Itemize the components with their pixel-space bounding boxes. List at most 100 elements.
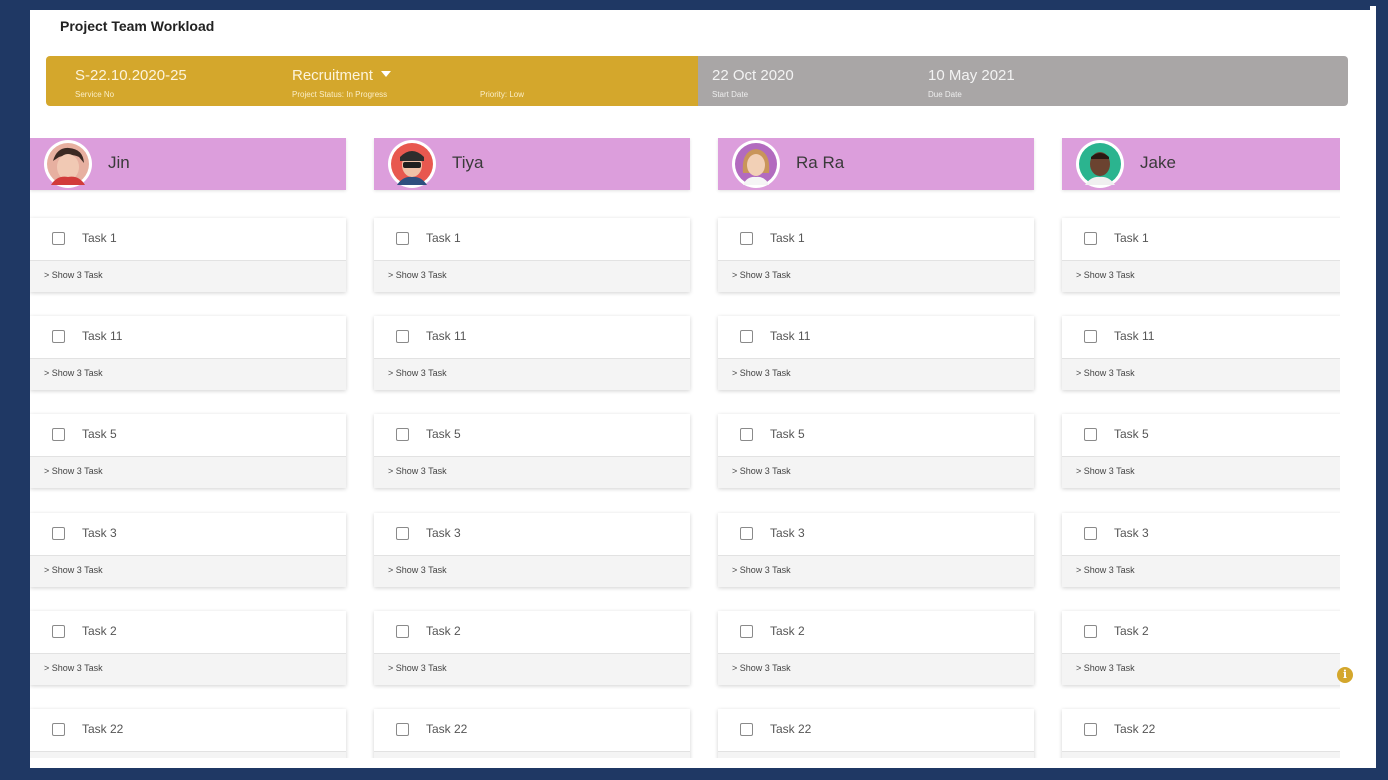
task-checkbox[interactable] [396,723,409,736]
task-row: Task 3 [1062,513,1340,556]
page-title: Project Team Workload [60,18,215,34]
task-checkbox[interactable] [396,330,409,343]
task-checkbox[interactable] [740,232,753,245]
task-card: Task 3 > Show 3 Task [1062,513,1340,587]
task-card: Task 5 > Show 3 Task [1062,414,1340,488]
show-subtasks-toggle[interactable]: > Show 3 Task [1062,556,1340,587]
show-subtasks-toggle[interactable]: > Show 3 Task [374,261,690,292]
task-label: Task 22 [770,722,812,736]
member-header[interactable]: Jin [30,138,346,190]
show-subtasks-label: > Show 3 Task [1076,565,1135,575]
task-checkbox[interactable] [396,428,409,441]
task-row: Task 5 [718,414,1034,457]
task-checkbox[interactable] [52,527,65,540]
task-label: Task 22 [1114,722,1156,736]
show-subtasks-toggle[interactable]: > Show 3 Task [374,457,690,488]
task-row: Task 5 [374,414,690,457]
task-label: Task 22 [426,722,468,736]
frame-edge-right [1370,6,1376,768]
task-label: Task 2 [770,624,805,638]
task-card: Task 11 > Show 3 Task [718,316,1034,390]
task-row: Task 3 [718,513,1034,556]
task-card: Task 11 > Show 3 Task [1062,316,1340,390]
task-checkbox[interactable] [52,625,65,638]
task-checkbox[interactable] [52,428,65,441]
task-checkbox[interactable] [1084,232,1097,245]
member-header[interactable]: Ra Ra [718,138,1034,190]
task-card: Task 22 [1062,709,1340,758]
member-header[interactable]: Tiya [374,138,690,190]
show-subtasks-toggle[interactable]: > Show 3 Task [374,654,690,685]
task-label: Task 3 [1114,526,1149,540]
show-subtasks-toggle[interactable]: > Show 3 Task [374,556,690,587]
task-checkbox[interactable] [396,625,409,638]
due-date-value: 10 May 2021 [928,67,1015,84]
service-no-label: Service No [75,90,115,99]
show-subtasks-toggle[interactable]: > Show 3 Task [718,359,1034,390]
project-info-left: S-22.10.2020-25 Service No Recruitment P… [46,56,698,106]
task-checkbox[interactable] [740,723,753,736]
task-checkbox[interactable] [1084,428,1097,441]
task-checkbox[interactable] [1084,330,1097,343]
task-checkbox[interactable] [740,330,753,343]
member-name: Jin [108,153,130,172]
task-label: Task 2 [1114,624,1149,638]
project-status-label: Project Status: In Progress [292,90,388,99]
show-subtasks-toggle[interactable]: > Show 3 Task [1062,261,1340,292]
task-row: Task 11 [1062,316,1340,359]
show-subtasks-toggle[interactable]: > Show 3 Task [718,556,1034,587]
task-label: Task 22 [82,722,124,736]
task-card: Task 1 > Show 3 Task [30,218,346,292]
show-subtasks-toggle[interactable]: > Show 3 Task [30,261,346,292]
show-subtasks-toggle[interactable]: > Show 3 Task [1062,359,1340,390]
show-subtasks-label: > Show 3 Task [388,368,447,378]
task-checkbox[interactable] [52,330,65,343]
task-label: Task 2 [82,624,117,638]
task-checkbox[interactable] [396,527,409,540]
task-card: Task 1 > Show 3 Task [1062,218,1340,292]
show-subtasks-label: > Show 3 Task [388,663,447,673]
task-row: Task 5 [30,414,346,457]
show-subtasks-toggle[interactable] [718,752,1034,758]
task-row: Task 2 [718,611,1034,654]
task-checkbox[interactable] [52,723,65,736]
show-subtasks-toggle[interactable]: > Show 3 Task [30,654,346,685]
show-subtasks-toggle[interactable]: > Show 3 Task [374,359,690,390]
task-checkbox[interactable] [740,428,753,441]
show-subtasks-toggle[interactable] [374,752,690,758]
show-subtasks-toggle[interactable]: > Show 3 Task [1062,654,1340,685]
show-subtasks-toggle[interactable]: > Show 3 Task [30,556,346,587]
task-label: Task 11 [82,329,123,343]
task-checkbox[interactable] [740,527,753,540]
member-header[interactable]: Jake [1062,138,1340,190]
task-card: Task 11 > Show 3 Task [30,316,346,390]
task-label: Task 5 [770,427,805,441]
task-card: Task 11 > Show 3 Task [374,316,690,390]
category-dropdown[interactable]: Recruitment [292,67,391,84]
show-subtasks-toggle[interactable]: > Show 3 Task [718,654,1034,685]
show-subtasks-label: > Show 3 Task [44,368,103,378]
task-checkbox[interactable] [1084,625,1097,638]
show-subtasks-toggle[interactable]: > Show 3 Task [718,457,1034,488]
info-icon[interactable]: i [1337,667,1353,683]
task-checkbox[interactable] [1084,723,1097,736]
member-name: Jake [1140,153,1176,172]
task-label: Task 11 [1114,329,1155,343]
task-row: Task 22 [1062,709,1340,752]
show-subtasks-label: > Show 3 Task [732,565,791,575]
category-value: Recruitment [292,67,373,84]
show-subtasks-toggle[interactable]: > Show 3 Task [1062,457,1340,488]
show-subtasks-toggle[interactable]: > Show 3 Task [30,457,346,488]
show-subtasks-toggle[interactable]: > Show 3 Task [718,261,1034,292]
task-checkbox[interactable] [396,232,409,245]
task-checkbox[interactable] [1084,527,1097,540]
start-date-value: 22 Oct 2020 [712,67,794,84]
show-subtasks-label: > Show 3 Task [1076,466,1135,476]
task-checkbox[interactable] [52,232,65,245]
show-subtasks-toggle[interactable] [30,752,346,758]
show-subtasks-toggle[interactable]: > Show 3 Task [30,359,346,390]
show-subtasks-toggle[interactable] [1062,752,1340,758]
project-info-bar: S-22.10.2020-25 Service No Recruitment P… [46,56,1348,106]
task-card: Task 2 > Show 3 Task [30,611,346,685]
task-checkbox[interactable] [740,625,753,638]
